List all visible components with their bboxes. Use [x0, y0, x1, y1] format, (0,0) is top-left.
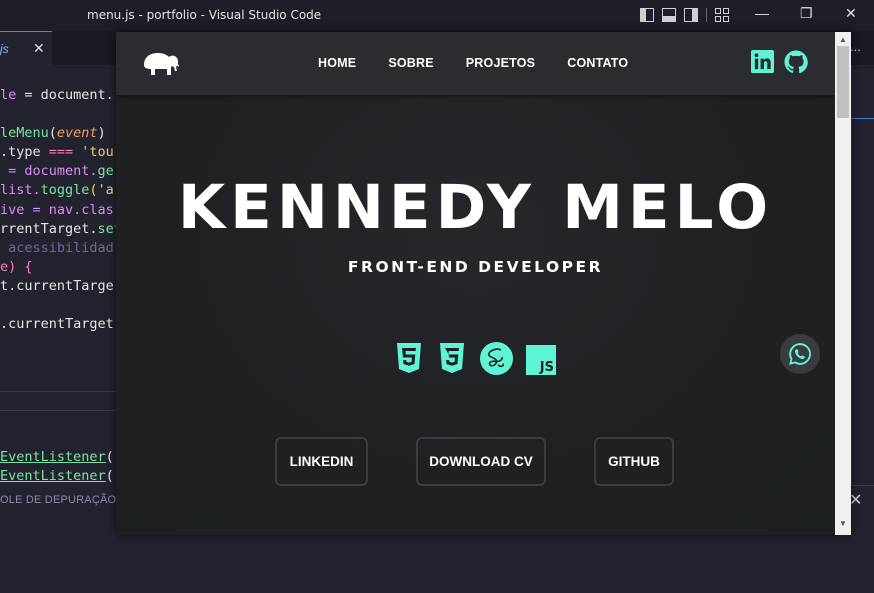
code-token: EventListener: [0, 449, 106, 465]
debug-console-tab[interactable]: OLE DE DEPURAÇÃO: [0, 494, 116, 506]
hero-role: FRONT-END DEVELOPER: [347, 258, 604, 276]
js-icon: JS: [526, 345, 556, 380]
code-token: (: [48, 125, 57, 142]
css3-icon: [439, 342, 465, 379]
window-title: menu.js - portfolio - Visual Studio Code: [87, 8, 322, 22]
code-token: = document.: [16, 87, 114, 103]
customize-layout-icon[interactable]: [715, 8, 729, 22]
whatsapp-icon: [789, 343, 811, 365]
github-button[interactable]: GITHUB: [594, 437, 674, 486]
code-editor[interactable]: le = document. leMenu(event) .type === 'to…: [0, 86, 122, 334]
restore-button[interactable]: ❐: [800, 5, 813, 22]
code-token: leMenu: [0, 125, 49, 142]
minimap-edge: [851, 65, 852, 485]
code-line[interactable]: [0, 105, 122, 124]
code-editor-lower[interactable]: EventListener(EventListener(: [0, 448, 114, 486]
close-tab-icon[interactable]: ✕: [33, 40, 45, 57]
page-scrollbar[interactable]: ▲ ▼: [835, 32, 851, 535]
code-token: clas: [81, 201, 114, 218]
code-token: (: [105, 468, 114, 484]
code-token: 'tou: [73, 144, 114, 161]
nav-sobre[interactable]: SOBRE: [388, 56, 433, 70]
github-icon[interactable]: [784, 50, 808, 79]
code-line[interactable]: ive = nav.clas: [0, 201, 122, 220]
code-line[interactable]: t.currentTarge: [0, 277, 122, 296]
sass-icon: [479, 341, 514, 381]
code-token: acessibilidad: [0, 239, 114, 256]
code-token: ive = nav.: [0, 201, 82, 218]
toggle-panel-icon[interactable]: [662, 8, 676, 22]
separator: [706, 8, 707, 22]
divider: [851, 485, 874, 486]
code-token: .currentTarget: [0, 316, 114, 333]
linkedin-icon[interactable]: [751, 50, 774, 78]
html5-icon: [396, 342, 422, 379]
code-token: t.currentTarge: [0, 277, 114, 294]
code-line[interactable]: le = document.: [0, 86, 122, 105]
code-token: EventListener: [0, 468, 106, 484]
code-line[interactable]: e) {: [0, 258, 122, 277]
tab-menu-js[interactable]: js ✕: [0, 31, 52, 65]
divider: [0, 410, 116, 411]
more-actions-icon[interactable]: ...: [850, 39, 861, 54]
code-token: le: [0, 87, 17, 103]
close-window-button[interactable]: ✕: [845, 5, 857, 22]
code-token: .type: [0, 144, 49, 161]
code-line[interactable]: EventListener(: [0, 467, 114, 486]
tab-label: js: [0, 41, 9, 56]
js-label: JS: [539, 360, 554, 375]
whatsapp-button[interactable]: [780, 334, 820, 374]
code-line[interactable]: .type === 'tou: [0, 143, 122, 162]
divider: [0, 391, 116, 392]
code-line[interactable]: = document.ge: [0, 162, 122, 181]
code-line[interactable]: acessibilidad: [0, 239, 122, 258]
code-token: toggle: [40, 182, 90, 199]
code-token: = document.: [0, 163, 98, 180]
toggle-primary-sidebar-icon[interactable]: [640, 8, 654, 22]
code-token: list.: [0, 182, 41, 199]
nav-links: HOME SOBRE PROJETOS CONTATO: [318, 56, 660, 70]
title-bar: menu.js - portfolio - Visual Studio Code…: [0, 0, 874, 31]
code-token: event: [56, 125, 98, 142]
scrollbar-thumb[interactable]: [837, 46, 849, 118]
nav-home[interactable]: HOME: [318, 56, 356, 70]
code-line[interactable]: [0, 296, 122, 315]
portfolio-site: HOME SOBRE PROJETOS CONTATO KENNEDY MELO FR…: [116, 32, 835, 535]
scroll-down-icon[interactable]: ▼: [839, 519, 847, 528]
linkedin-button[interactable]: LINKEDIN: [275, 437, 368, 486]
code-token: ('a: [89, 182, 114, 199]
scroll-indicator: [851, 118, 874, 119]
minimize-button[interactable]: —: [755, 5, 769, 21]
download-cv-button[interactable]: DOWNLOAD CV: [416, 437, 546, 486]
code-token: e) {: [0, 258, 33, 275]
close-panel-icon[interactable]: ✕: [849, 490, 862, 510]
elephant-logo-icon[interactable]: [140, 49, 180, 82]
code-line[interactable]: rrentTarget.set: [0, 220, 122, 239]
code-token: ): [97, 125, 106, 142]
code-line[interactable]: EventListener(: [0, 448, 114, 467]
toggle-secondary-sidebar-icon[interactable]: [684, 8, 698, 22]
code-token: ge: [97, 163, 114, 180]
code-line[interactable]: .currentTarget: [0, 315, 122, 334]
layout-controls: [640, 8, 729, 22]
code-token: rrentTarget.: [0, 220, 98, 237]
browser-preview: HOME SOBRE PROJETOS CONTATO KENNEDY MELO FR…: [116, 32, 851, 535]
code-line[interactable]: list.toggle('a: [0, 181, 122, 200]
code-line[interactable]: leMenu(event): [0, 124, 122, 143]
nav-contato[interactable]: CONTATO: [567, 56, 628, 70]
site-navbar: HOME SOBRE PROJETOS CONTATO: [116, 32, 835, 95]
nav-projetos[interactable]: PROJETOS: [466, 56, 535, 70]
hero-name: KENNEDY MELO: [177, 172, 774, 243]
scroll-up-icon[interactable]: ▲: [839, 35, 847, 44]
code-token: (: [105, 449, 114, 465]
code-token: ===: [48, 144, 74, 161]
